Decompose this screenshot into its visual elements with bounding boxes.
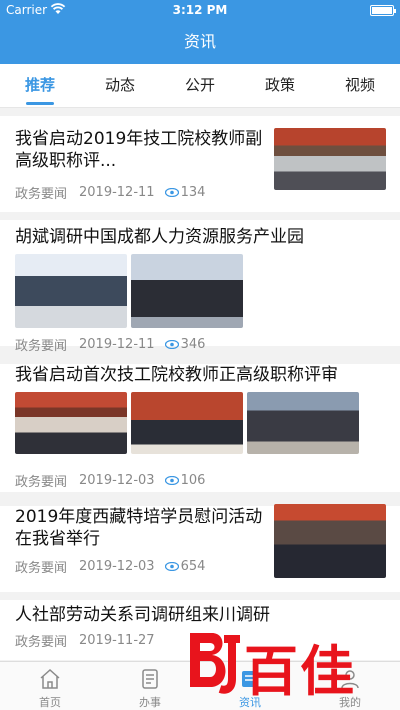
news-date: 2019-11-27 xyxy=(79,632,155,648)
tabbar-services[interactable]: 办事 xyxy=(100,662,200,710)
news-thumbnail xyxy=(274,128,386,190)
page-title: 资讯 xyxy=(0,20,400,64)
news-thumbnail xyxy=(15,392,127,454)
battery-icon xyxy=(370,5,396,16)
news-meta: 政务要闻 2019-12-03 106 xyxy=(15,472,206,490)
eye-icon xyxy=(164,339,179,349)
news-thumbnail xyxy=(247,392,359,454)
view-count: 654 xyxy=(180,558,206,574)
news-item[interactable]: 2019年度西藏特培学员慰问活动在我省举行 政务要闻 2019-12-03 65… xyxy=(0,504,400,592)
news-title: 我省启动首次技工院校教师正高级职称评审 xyxy=(15,365,338,385)
tabbar-label: 首页 xyxy=(39,696,61,709)
news-source: 政务要闻 xyxy=(15,634,68,650)
news-feed: 我省启动2019年技工院校教师副高级职称评... 政务要闻 2019-12-11… xyxy=(0,116,400,661)
view-count: 106 xyxy=(180,472,206,488)
news-item[interactable]: 胡斌调研中国成都人力资源服务产业园 政务要闻 2019-12-11 346 xyxy=(0,220,400,354)
view-count: 346 xyxy=(180,336,206,352)
tab-updates[interactable]: 动态 xyxy=(80,64,160,107)
news-date: 2019-12-03 xyxy=(79,472,155,488)
news-thumbnail xyxy=(274,504,386,578)
news-source: 政务要闻 xyxy=(15,560,68,576)
news-item[interactable]: 我省启动首次技工院校教师正高级职称评审 政务要闻 2019-12-03 106 xyxy=(0,364,400,492)
news-thumbnail xyxy=(131,392,243,454)
news-meta: 政务要闻 2019-12-11 346 xyxy=(15,336,206,354)
view-count: 134 xyxy=(180,184,206,200)
logo-mark-icon xyxy=(190,633,240,694)
tab-recommended[interactable]: 推荐 xyxy=(0,64,80,107)
watermark-logo: 百佳 xyxy=(186,623,386,703)
news-date: 2019-12-11 xyxy=(79,336,155,352)
status-bar: Carrier 3:12 PM xyxy=(0,0,400,20)
news-title: 胡斌调研中国成都人力资源服务产业园 xyxy=(15,227,304,247)
document-icon xyxy=(142,669,158,689)
eye-icon xyxy=(164,561,179,571)
news-meta: 政务要闻 2019-11-27 xyxy=(15,632,155,650)
eye-icon xyxy=(164,475,179,485)
tab-policy[interactable]: 政策 xyxy=(240,64,320,107)
watermark-text: 百佳 xyxy=(244,640,356,703)
news-date: 2019-12-03 xyxy=(79,558,155,574)
news-title: 2019年度西藏特培学员慰问活动在我省举行 xyxy=(15,507,263,549)
tab-public[interactable]: 公开 xyxy=(160,64,240,107)
news-thumbnail xyxy=(15,254,127,328)
news-source: 政务要闻 xyxy=(15,338,68,354)
category-tabs: 推荐 动态 公开 政策 视频 xyxy=(0,64,400,108)
news-meta: 政务要闻 2019-12-11 134 xyxy=(15,184,206,202)
home-icon xyxy=(40,668,60,689)
news-date: 2019-12-11 xyxy=(79,184,155,200)
eye-icon xyxy=(164,187,179,197)
news-meta: 政务要闻 2019-12-03 654 xyxy=(15,558,206,576)
news-title: 我省启动2019年技工院校教师副高级职称评... xyxy=(15,129,263,171)
news-item[interactable]: 我省启动2019年技工院校教师副高级职称评... 政务要闻 2019-12-11… xyxy=(0,116,400,212)
clock: 3:12 PM xyxy=(172,3,228,17)
tabbar-label: 办事 xyxy=(139,696,161,709)
tabbar-home[interactable]: 首页 xyxy=(0,662,100,710)
news-source: 政务要闻 xyxy=(15,474,68,490)
news-thumbnail xyxy=(131,254,243,328)
news-source: 政务要闻 xyxy=(15,186,68,202)
tab-video[interactable]: 视频 xyxy=(320,64,400,107)
